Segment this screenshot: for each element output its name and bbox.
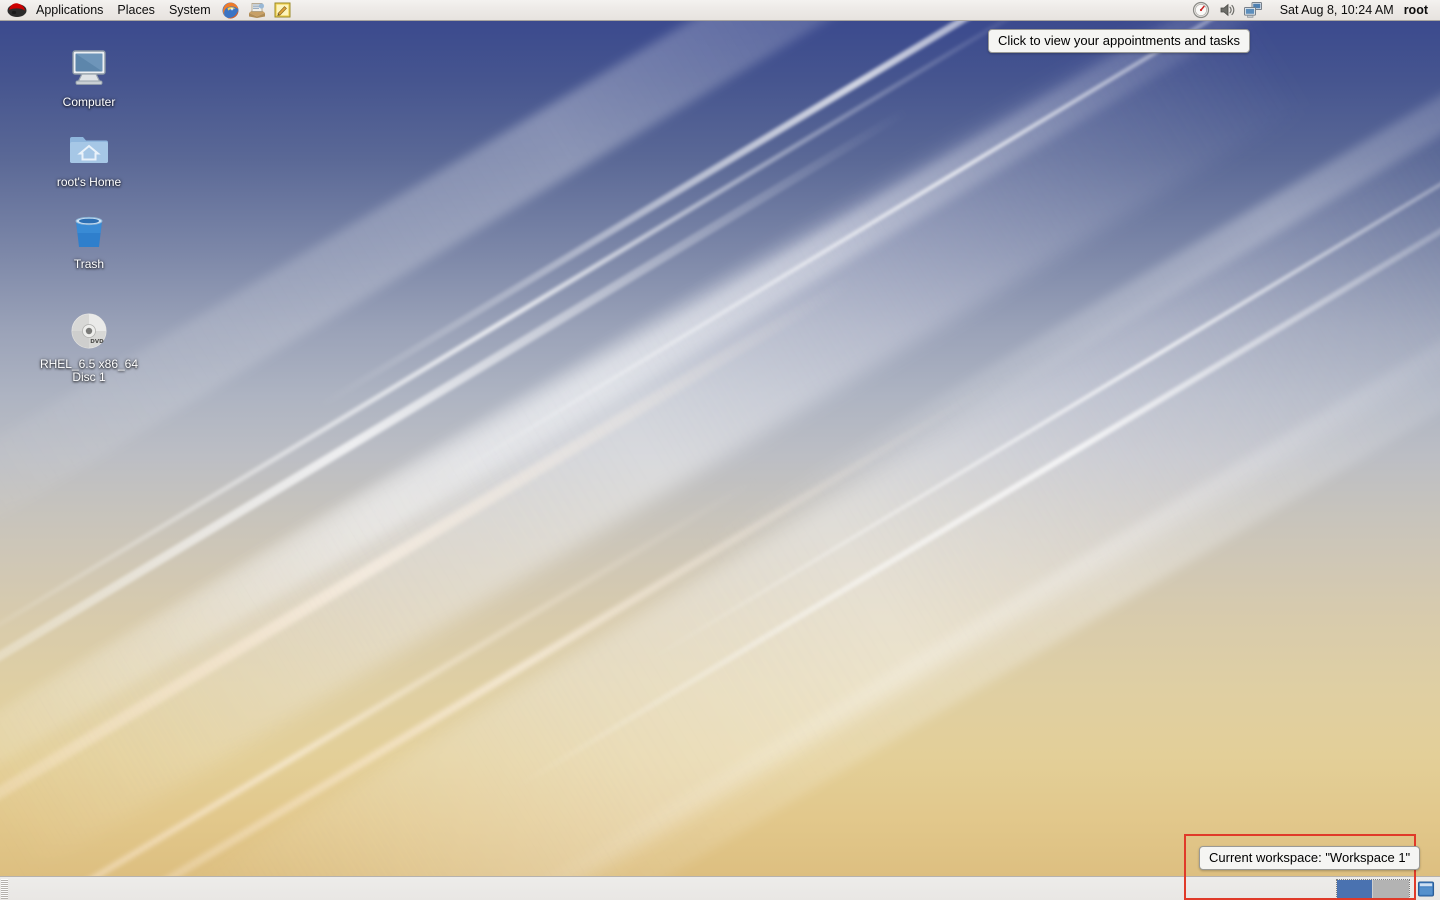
- desktop-icon-dvd[interactable]: DVD RHEL_6.5 x86_64 Disc 1: [29, 305, 149, 384]
- evolution-mail-icon[interactable]: [244, 0, 270, 20]
- wallpaper-streak: [644, 42, 1440, 664]
- user-menu[interactable]: root: [1404, 3, 1432, 17]
- panel-grip-handle[interactable]: [1, 878, 8, 899]
- network-display-icon[interactable]: [1240, 0, 1266, 20]
- top-panel: Applications Places System Sat Aug 8, 10…: [0, 0, 1440, 21]
- volume-icon[interactable]: [1214, 0, 1240, 20]
- desktop-icon-trash[interactable]: Trash: [29, 205, 149, 271]
- wallpaper-streak: [0, 21, 1312, 876]
- menu-places-label: Places: [117, 2, 155, 17]
- desktop-icon-label: root's Home: [56, 175, 122, 189]
- clock[interactable]: Sat Aug 8, 10:24 AM: [1266, 3, 1404, 17]
- dvd-disc-icon: DVD: [66, 305, 112, 353]
- firefox-icon[interactable]: [218, 0, 244, 20]
- menu-system-label: System: [168, 2, 211, 17]
- desktop-icon-computer[interactable]: Computer: [29, 43, 149, 109]
- workspace-cell-2[interactable]: [1373, 879, 1409, 898]
- top-panel-left: Applications Places System: [0, 0, 296, 20]
- workspace-tooltip: Current workspace: "Workspace 1": [1199, 846, 1421, 870]
- computer-icon: [66, 43, 112, 91]
- menu-places[interactable]: Places: [110, 0, 162, 21]
- home-folder-icon: [66, 123, 112, 171]
- wallpaper-streak: [511, 116, 1440, 792]
- desktop-icon-label: Trash: [73, 257, 105, 271]
- text-editor-icon[interactable]: [270, 0, 296, 20]
- wallpaper-streak: [0, 373, 1006, 876]
- bottom-panel: [0, 876, 1440, 900]
- desktop-wallpaper[interactable]: Computer root's Home Trash DVD RHEL_6.5 …: [0, 21, 1440, 876]
- desktop-icon-home[interactable]: root's Home: [29, 123, 149, 189]
- workspace-cell-1[interactable]: [1337, 879, 1373, 898]
- system-monitor-icon[interactable]: [1188, 0, 1214, 20]
- wallpaper-streak: [149, 21, 1371, 669]
- calendar-tooltip: Click to view your appointments and task…: [988, 29, 1251, 53]
- wallpaper-streak: [175, 119, 1440, 876]
- wallpaper-streak: [0, 21, 1059, 661]
- wallpaper-streak: [317, 21, 1393, 410]
- wallpaper-streak: [0, 21, 1119, 567]
- menu-applications-label: Applications: [36, 2, 104, 17]
- workspace-switcher[interactable]: [1336, 878, 1410, 899]
- desktop-icon-label: RHEL_6.5 x86_64 Disc 1: [39, 357, 139, 384]
- wallpaper-streak: [418, 21, 1440, 497]
- menu-applications[interactable]: Applications: [29, 0, 110, 21]
- window-list[interactable]: [8, 877, 1336, 900]
- show-desktop-icon[interactable]: [1414, 878, 1438, 900]
- wallpaper-streak: [696, 21, 1440, 572]
- red-hat-logo-icon[interactable]: [6, 1, 28, 19]
- trash-icon: [66, 205, 112, 253]
- top-panel-right: Sat Aug 8, 10:24 AM root: [1188, 0, 1440, 20]
- menu-system[interactable]: System: [162, 0, 218, 21]
- wallpaper-streak: [434, 224, 1440, 876]
- desktop-icon-label: Computer: [62, 95, 116, 109]
- wallpaper-streak: [0, 189, 890, 876]
- svg-text:DVD: DVD: [90, 339, 104, 345]
- wallpaper-streak: [0, 476, 759, 876]
